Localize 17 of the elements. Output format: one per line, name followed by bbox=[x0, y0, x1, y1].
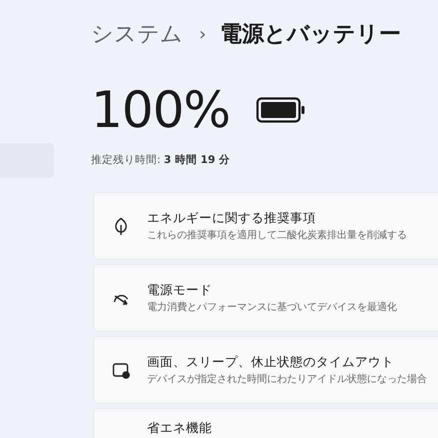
settings-card[interactable]: 電源モード 電力消費とパフォーマンスに基づいてデバイスを最適化 bbox=[93, 264, 438, 332]
setting-title: 画面、スリープ、休止状態のタイムアウト bbox=[147, 352, 395, 371]
settings-card[interactable]: エネルギーに関する推奨事項 これらの推奨事項を適用して二酸化炭素排出量を削減する bbox=[93, 192, 438, 260]
battery-percentage: 100% bbox=[91, 85, 230, 135]
setting-title: 省エネ機能 bbox=[147, 418, 212, 437]
setting-description: 電力消費とパフォーマンスに基づいてデバイスを最適化 bbox=[147, 300, 397, 315]
setting-description: これらの推奨事項を適用して二酸化炭素排出量を削減する bbox=[147, 228, 407, 243]
setting-title: 電源モード bbox=[147, 280, 213, 299]
estimated-time-remaining: 推定残り時間: 3 時間 19 分 bbox=[91, 153, 231, 168]
settings-card[interactable]: 画面、スリープ、休止状態のタイムアウト デバイスが指定された時間にわたりアイドル状態になった場合 bbox=[93, 336, 438, 404]
breadcrumb-separator: › bbox=[199, 23, 206, 47]
settings-card[interactable]: 省エネ機能 bbox=[93, 408, 438, 438]
breadcrumb-link[interactable]: システム bbox=[91, 18, 183, 51]
setting-description: デバイスが指定された時間にわたりアイドル状態になった場合 bbox=[147, 372, 427, 387]
setting-title: エネルギーに関する推奨事項 bbox=[147, 208, 317, 227]
page-title: 電源とバッテリー bbox=[220, 21, 402, 49]
battery-icon bbox=[256, 97, 306, 123]
